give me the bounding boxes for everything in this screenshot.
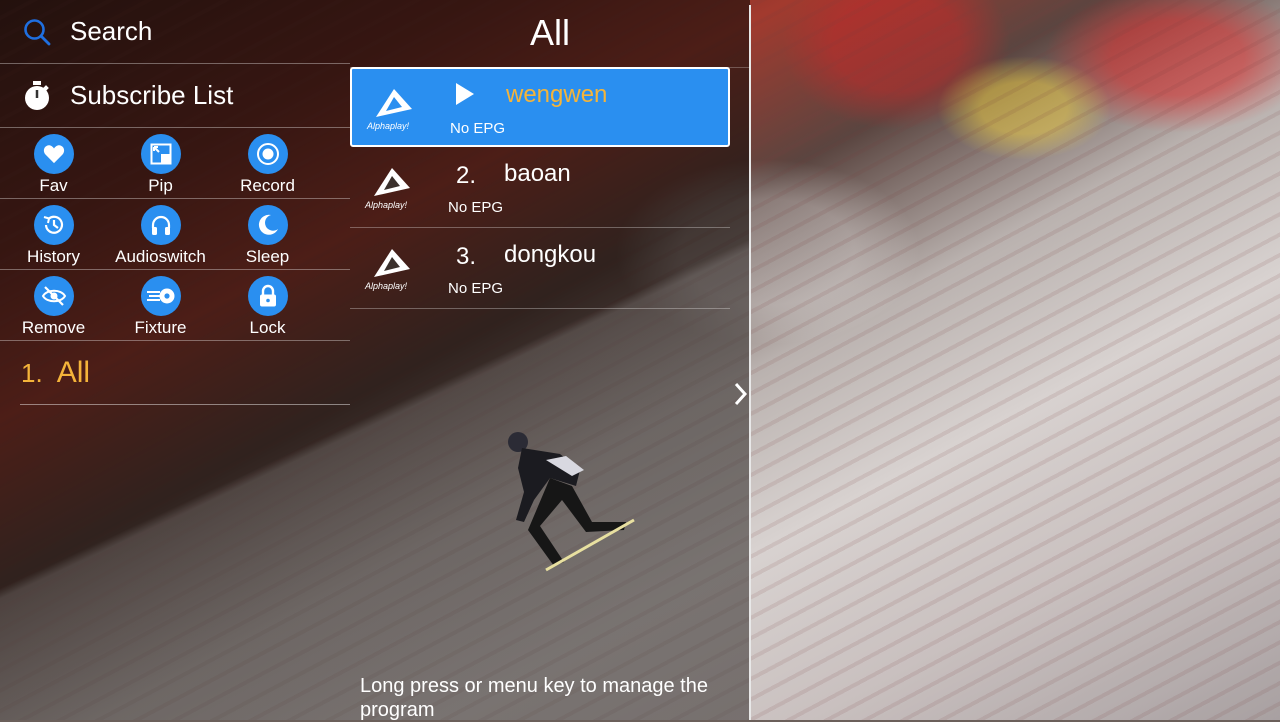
search-label: Search: [70, 16, 153, 46]
record-label: Record: [240, 176, 295, 195]
group-name: All: [56, 356, 91, 389]
remove-label: Remove: [21, 318, 86, 337]
audioswitch-button[interactable]: Audioswitch: [107, 199, 214, 269]
chevron-right-icon[interactable]: [732, 380, 750, 408]
record-button[interactable]: Record: [214, 128, 321, 198]
channel-item-dongkou[interactable]: Alphaplay! 3. dongkou No EPG: [350, 229, 730, 309]
heart-icon: [33, 134, 74, 174]
lock-label: Lock: [249, 318, 286, 337]
fav-button[interactable]: Fav: [0, 128, 107, 198]
channel-logo-text: Alphaplay!: [365, 200, 408, 210]
subscribe-list-label: Subscribe List: [70, 80, 234, 110]
lock-icon: [247, 276, 288, 316]
sleep-label: Sleep: [245, 247, 290, 266]
sleep-button[interactable]: Sleep: [214, 199, 321, 269]
action-grid-row: Remove Fixture Lock: [0, 270, 350, 341]
group-number: 1.: [21, 357, 43, 388]
fav-label: Fav: [39, 176, 68, 195]
action-grid-row: History Audioswitch Sleep: [0, 199, 350, 270]
panel-divider: [749, 5, 751, 720]
record-icon: [247, 134, 288, 174]
remove-button[interactable]: Remove: [0, 270, 107, 340]
eye-off-icon: [33, 276, 74, 316]
ski-jumper-figure: [508, 432, 635, 572]
channel-epg: No EPG: [448, 280, 504, 297]
pip-icon: [140, 134, 181, 174]
pip-button[interactable]: Pip: [107, 128, 214, 198]
channel-item-wengwen[interactable]: Alphaplay! wengwen No EPG: [350, 67, 730, 147]
history-label: History: [27, 247, 80, 266]
channel-logo-text: Alphaplay!: [367, 121, 410, 131]
group-item-all[interactable]: 1. All: [20, 342, 350, 405]
headphones-icon: [140, 205, 181, 245]
channel-name: wengwen: [506, 81, 608, 108]
lock-button[interactable]: Lock: [214, 270, 321, 340]
channel-name: dongkou: [504, 241, 597, 268]
history-icon: [33, 205, 74, 245]
channel-logo: Alphaplay!: [362, 166, 426, 210]
channel-logo-text: Alphaplay!: [365, 281, 408, 291]
fixture-button[interactable]: Fixture: [107, 270, 214, 340]
fixture-label: Fixture: [134, 318, 187, 337]
channel-item-baoan[interactable]: Alphaplay! 2. baoan No EPG: [350, 148, 730, 228]
channel-name: baoan: [504, 160, 571, 187]
subscribe-list-row[interactable]: Subscribe List: [0, 64, 350, 128]
action-grid-row: Fav Pip Record: [0, 128, 350, 199]
history-button[interactable]: History: [0, 199, 107, 269]
channel-logo: Alphaplay!: [362, 247, 426, 291]
search-row[interactable]: Search: [0, 0, 350, 64]
channel-number: 2.: [456, 162, 477, 189]
play-icon: [456, 83, 474, 105]
channel-number: 3.: [456, 243, 477, 270]
channel-epg: No EPG: [448, 199, 504, 216]
channel-epg: No EPG: [450, 120, 506, 137]
manage-hint-text: Long press or menu key to manage the pro…: [360, 675, 708, 721]
pip-label: Pip: [148, 176, 173, 195]
audioswitch-label: Audioswitch: [115, 247, 206, 266]
action-grid: Fav Pip Record History Audioswitch Sleep…: [0, 128, 350, 341]
moon-icon: [247, 205, 288, 245]
channel-list-title: All: [529, 12, 570, 53]
soccer-ball-icon: [140, 276, 181, 316]
stopwatch-icon: [22, 80, 52, 111]
channel-logo: Alphaplay!: [364, 87, 428, 131]
search-icon: [22, 17, 52, 47]
